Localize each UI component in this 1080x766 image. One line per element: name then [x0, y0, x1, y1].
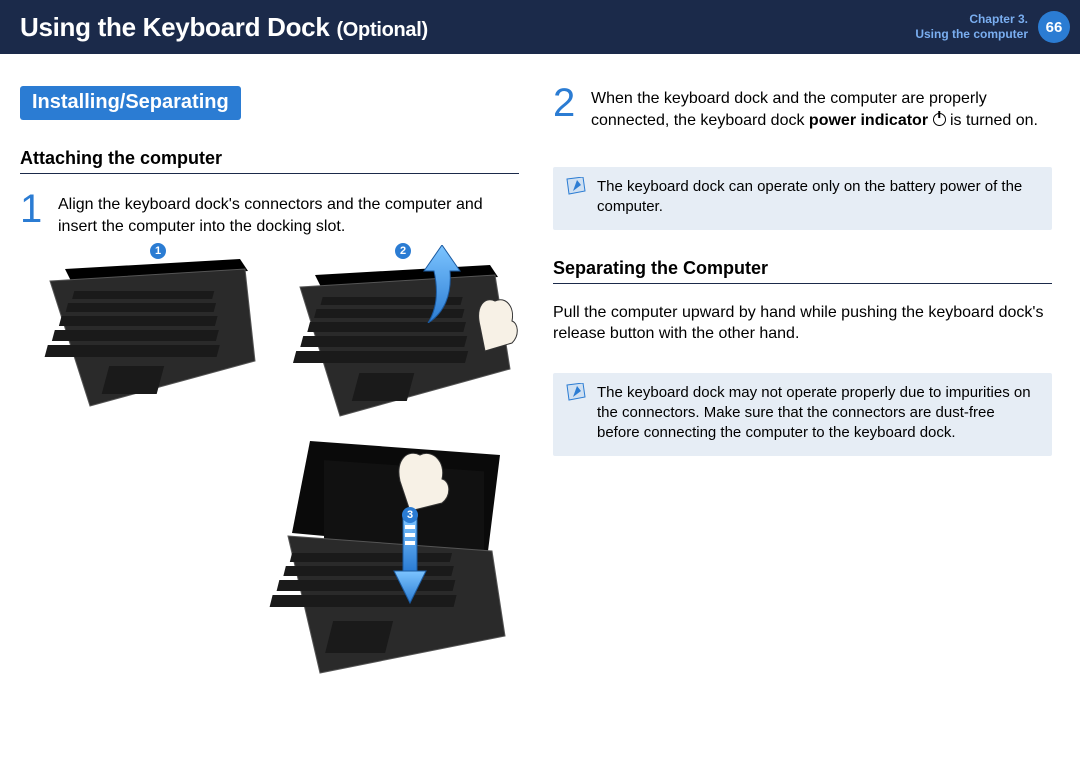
subheading-separating: Separating the Computer [553, 258, 1052, 284]
keyboard-dock-image-2 [280, 251, 530, 426]
step-2-text: When the keyboard dock and the computer … [591, 86, 1052, 131]
note-battery-text: The keyboard dock can operate only on th… [597, 178, 1022, 215]
step-2-number: 2 [553, 86, 581, 131]
step-1: 1 Align the keyboard dock's connectors a… [20, 192, 519, 237]
step-1-text: Align the keyboard dock's connectors and… [58, 192, 519, 237]
separating-paragraph: Pull the computer upward by hand while p… [553, 302, 1052, 345]
title-main: Using the Keyboard Dock [20, 12, 330, 42]
chapter-info: Chapter 3. Using the computer [915, 12, 1028, 42]
right-column: 2 When the keyboard dock and the compute… [553, 86, 1052, 691]
page-title: Using the Keyboard Dock (Optional) [20, 12, 428, 43]
arrow-down-icon [390, 517, 430, 605]
header-right: Chapter 3. Using the computer 66 [915, 11, 1070, 43]
section-heading: Installing/Separating [20, 86, 241, 120]
page-header: Using the Keyboard Dock (Optional) Chapt… [0, 0, 1080, 54]
step-2: 2 When the keyboard dock and the compute… [553, 86, 1052, 131]
note-icon [565, 177, 587, 195]
step-1-number: 1 [20, 192, 48, 237]
left-column: Installing/Separating Attaching the comp… [20, 86, 519, 691]
page-number: 66 [1046, 19, 1063, 36]
subheading-attaching: Attaching the computer [20, 148, 519, 174]
content: Installing/Separating Attaching the comp… [0, 54, 1080, 691]
page-number-badge: 66 [1038, 11, 1070, 43]
keyboard-dock-image-1 [30, 251, 260, 411]
docking-diagram: 1 [20, 251, 519, 691]
chapter-line1: Chapter 3. [915, 12, 1028, 27]
note-icon [565, 383, 587, 401]
chapter-line2: Using the computer [915, 27, 1028, 42]
note-impurities: The keyboard dock may not operate proper… [553, 373, 1052, 456]
note-battery: The keyboard dock can operate only on th… [553, 167, 1052, 230]
power-icon [933, 113, 946, 126]
title-optional: (Optional) [336, 19, 427, 41]
note-impurities-text: The keyboard dock may not operate proper… [597, 384, 1031, 442]
arrow-up-icon [420, 245, 464, 323]
